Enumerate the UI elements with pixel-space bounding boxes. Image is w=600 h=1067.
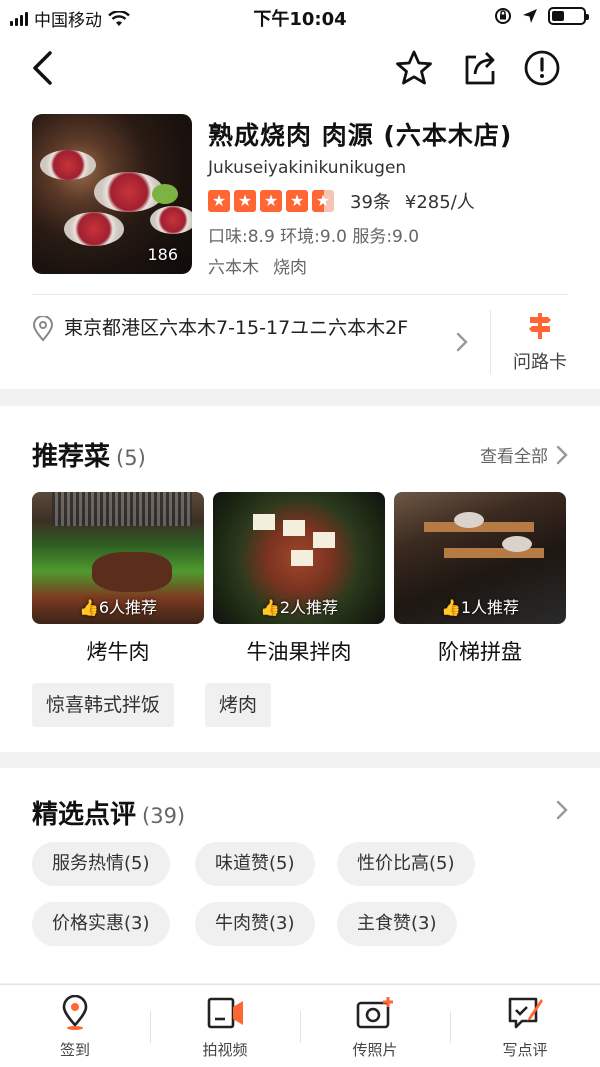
shop-name: 熟成烧肉 肉源 (六本木店)	[208, 121, 513, 150]
report-button[interactable]	[520, 46, 564, 90]
status-bar: 中国移动 下午10:04	[0, 0, 600, 34]
review-count: 39条	[350, 192, 391, 213]
dish-card[interactable]: 👍1人推荐 阶梯拼盘	[394, 492, 566, 666]
upload-photo-button[interactable]: 传照片	[300, 995, 450, 1060]
shoot-video-button[interactable]: 拍视频	[150, 995, 300, 1060]
dishes-title: 推荐菜	[32, 442, 111, 472]
dish-name: 烤牛肉	[86, 640, 150, 664]
category-tag[interactable]: 烧肉	[273, 253, 307, 278]
review-tag[interactable]: 主食赞(3)	[337, 902, 457, 946]
dishes-count: (5)	[116, 446, 146, 470]
location-pin-icon	[32, 316, 54, 342]
star-rating-icon: ★	[260, 190, 282, 212]
back-arrow-icon	[33, 51, 52, 85]
dish-card[interactable]: 👍2人推荐 牛油果拌肉	[213, 492, 385, 666]
tab-label: 写点评	[502, 1041, 548, 1059]
shop-scores: 口味:8.9 环境:9.0 服务:9.0	[208, 227, 420, 247]
share-button[interactable]	[458, 46, 502, 90]
rating-row: ★ ★ ★ ★ ★ 39条 ¥285/人	[208, 188, 475, 214]
write-review-icon	[508, 997, 543, 1029]
half-star-rating-icon: ★	[312, 190, 334, 212]
nav-header	[0, 34, 600, 102]
star-rating-icon: ★	[286, 190, 308, 212]
dish-photo: 👍6人推荐	[32, 492, 204, 624]
chevron-right-icon	[556, 445, 568, 464]
back-button[interactable]	[20, 46, 64, 90]
review-tag[interactable]: 牛肉赞(3)	[195, 902, 315, 946]
route-card-label: 问路卡	[513, 352, 567, 373]
dish-photo: 👍1人推荐	[394, 492, 566, 624]
dish-card[interactable]: 👍6人推荐 烤牛肉	[32, 492, 204, 666]
review-tag[interactable]: 价格实惠(3)	[32, 902, 170, 946]
shop-address[interactable]: 東京都港区六本木7-15-17ユニ六本木2F	[64, 312, 454, 344]
dish-chip[interactable]: 烤肉	[205, 683, 272, 727]
photo-count: 186	[147, 245, 178, 264]
shop-info-card: 186 熟成烧肉 肉源 (六本木店) Jukuseiyakinikunikuge…	[0, 102, 600, 389]
dish-name: 牛油果拌肉	[246, 640, 352, 664]
dish-chip[interactable]: 惊喜韩式拌饭	[32, 683, 175, 727]
review-tag[interactable]: 服务热情(5)	[32, 842, 170, 886]
see-all-label: 查看全部	[480, 447, 548, 467]
review-tag[interactable]: 味道赞(5)	[195, 842, 315, 886]
location-arrow-icon	[523, 9, 537, 23]
divider	[32, 294, 568, 295]
tab-label: 传照片	[352, 1041, 398, 1059]
shop-romaji-name: Jukuseiyakinikunikugen	[208, 158, 407, 178]
route-card-button[interactable]: 问路卡	[500, 312, 580, 374]
location-pin-icon	[62, 994, 88, 1030]
see-all-dishes-link[interactable]: 查看全部	[480, 442, 568, 467]
shop-cover-photo[interactable]: 186	[32, 114, 192, 274]
recommended-dishes-section: 推荐菜 (5) 查看全部 👍6人推荐 烤牛肉 👍2人推荐 牛油果拌肉 👍1人推荐…	[0, 406, 600, 752]
video-camera-icon	[207, 997, 243, 1029]
section-title: 推荐菜 (5)	[32, 436, 146, 473]
dish-recommend-count: 👍2人推荐	[259, 598, 339, 617]
section-title: 精选点评 (39)	[32, 794, 185, 831]
signpost-icon	[529, 313, 551, 339]
divider	[490, 310, 491, 374]
star-rating-icon: ★	[234, 190, 256, 212]
bottom-action-bar: 签到 拍视频 传照片 写点评	[0, 984, 600, 1067]
chevron-right-icon[interactable]	[556, 800, 568, 820]
write-review-button[interactable]: 写点评	[450, 995, 600, 1060]
battery-icon	[548, 7, 589, 25]
featured-reviews-section: 精选点评 (39) 服务热情(5) 味道赞(5) 性价比高(5) 价格实惠(3) …	[0, 768, 600, 983]
add-photo-icon	[356, 997, 393, 1029]
star-rating-icon: ★	[208, 190, 230, 212]
rotation-lock-icon	[495, 8, 511, 24]
alert-icon	[524, 50, 560, 86]
dish-recommend-count: 👍1人推荐	[440, 598, 520, 617]
reviews-count: (39)	[142, 804, 186, 828]
share-icon	[465, 52, 495, 85]
check-in-button[interactable]: 签到	[0, 994, 150, 1060]
price-per-person: ¥285/人	[404, 192, 475, 213]
chevron-right-icon	[456, 332, 468, 352]
dish-photo: 👍2人推荐	[213, 492, 385, 624]
reviews-title: 精选点评	[32, 800, 137, 830]
shop-tags: 六本木 烧肉	[208, 253, 307, 278]
star-icon	[396, 50, 432, 85]
dish-name: 阶梯拼盘	[438, 640, 522, 664]
tab-label: 拍视频	[202, 1041, 248, 1059]
favorite-button[interactable]	[392, 46, 436, 90]
area-tag[interactable]: 六本木	[208, 253, 259, 278]
tab-label: 签到	[59, 1041, 90, 1059]
review-tag[interactable]: 性价比高(5)	[337, 842, 475, 886]
dish-recommend-count: 👍6人推荐	[78, 598, 158, 617]
